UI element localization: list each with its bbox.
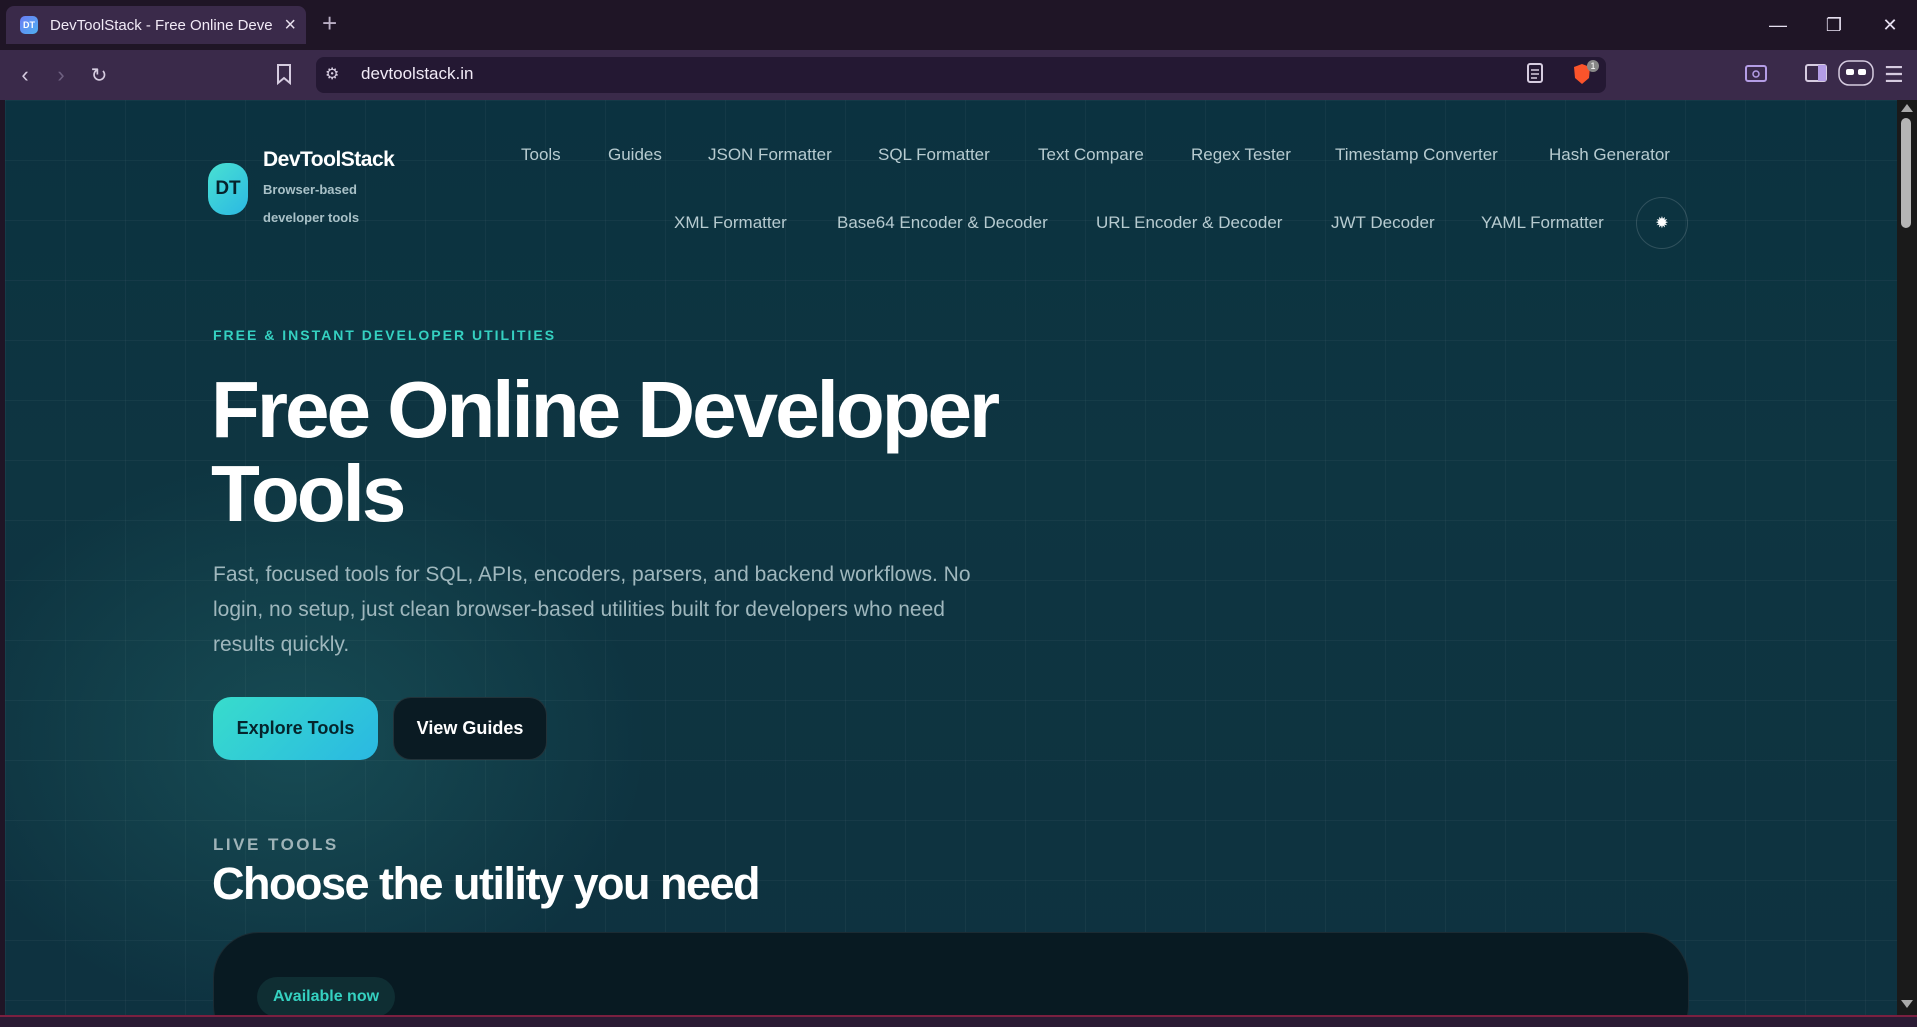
reader-mode-icon[interactable]: [1527, 63, 1543, 88]
scroll-up-icon[interactable]: [1901, 104, 1913, 112]
sidebar-icon[interactable]: [1805, 63, 1827, 88]
restore-icon[interactable]: ❐: [1806, 0, 1862, 50]
scrollbar[interactable]: [1897, 100, 1917, 1015]
close-window-icon[interactable]: ✕: [1862, 0, 1917, 50]
section-title: Choose the utility you need: [212, 858, 761, 909]
tab-close-icon[interactable]: ×: [284, 15, 296, 35]
explore-tools-button[interactable]: Explore Tools: [213, 697, 378, 760]
nav-yaml-formatter[interactable]: YAML Formatter: [1481, 213, 1604, 233]
hero-description: Fast, focused tools for SQL, APIs, encod…: [213, 563, 971, 656]
forward-icon[interactable]: ›: [48, 62, 74, 88]
section-eyebrow: LIVE TOOLS: [213, 835, 339, 854]
minimize-icon[interactable]: —: [1750, 0, 1806, 50]
reload-icon[interactable]: ↻: [86, 62, 112, 88]
nav-url-encoder[interactable]: URL Encoder & Decoder: [1096, 213, 1282, 233]
site-logo[interactable]: DT: [208, 163, 248, 215]
nav-xml-formatter[interactable]: XML Formatter: [674, 213, 787, 233]
nav-text-compare[interactable]: Text Compare: [1038, 145, 1144, 165]
nav-jwt-decoder[interactable]: JWT Decoder: [1331, 213, 1435, 233]
address-bar[interactable]: [316, 57, 1606, 93]
hero-eyebrow: FREE & INSTANT DEVELOPER UTILITIES: [213, 327, 557, 343]
bottom-edge: [0, 1015, 1917, 1027]
favicon-icon: DT: [20, 16, 38, 34]
menu-icon[interactable]: ☰: [1884, 62, 1904, 88]
scroll-thumb[interactable]: [1901, 118, 1911, 228]
browser-tab-strip: DT DevToolStack - Free Online Deve × + —…: [0, 0, 1917, 50]
bookmark-icon[interactable]: [276, 63, 292, 90]
available-badge: Available now: [257, 977, 395, 1017]
sun-icon: ✹: [1655, 215, 1669, 232]
media-icon[interactable]: [1745, 63, 1767, 88]
site-settings-icon[interactable]: ⚙: [325, 64, 339, 84]
scroll-down-icon[interactable]: [1901, 1000, 1913, 1008]
hero-title: Free Online Developer Tools: [211, 365, 1000, 538]
shield-count-badge: 1: [1587, 60, 1599, 72]
nav-regex-tester[interactable]: Regex Tester: [1191, 145, 1291, 165]
theme-toggle-button[interactable]: ✹: [1636, 197, 1688, 249]
nav-timestamp-converter[interactable]: Timestamp Converter: [1335, 145, 1498, 165]
browser-tab[interactable]: DT DevToolStack - Free Online Deve ×: [6, 6, 306, 44]
nav-json-formatter[interactable]: JSON Formatter: [708, 145, 832, 165]
nav-base64[interactable]: Base64 Encoder & Decoder: [837, 213, 1048, 233]
nav-guides[interactable]: Guides: [608, 145, 662, 165]
url-text[interactable]: devtoolstack.in: [361, 64, 473, 84]
back-icon[interactable]: ‹: [12, 62, 38, 88]
brand-name[interactable]: DevToolStack: [263, 148, 395, 172]
new-tab-icon[interactable]: +: [322, 10, 337, 36]
tool-card[interactable]: [213, 932, 1689, 1027]
nav-tools[interactable]: Tools: [521, 145, 561, 165]
brand-tagline: Browser-based developer tools: [263, 182, 360, 225]
private-profile-icon[interactable]: [1838, 60, 1874, 91]
nav-hash-generator[interactable]: Hash Generator: [1549, 145, 1670, 165]
view-guides-button[interactable]: View Guides: [393, 697, 547, 760]
nav-sql-formatter[interactable]: SQL Formatter: [878, 145, 990, 165]
tab-title: DevToolStack - Free Online Deve: [50, 16, 273, 34]
